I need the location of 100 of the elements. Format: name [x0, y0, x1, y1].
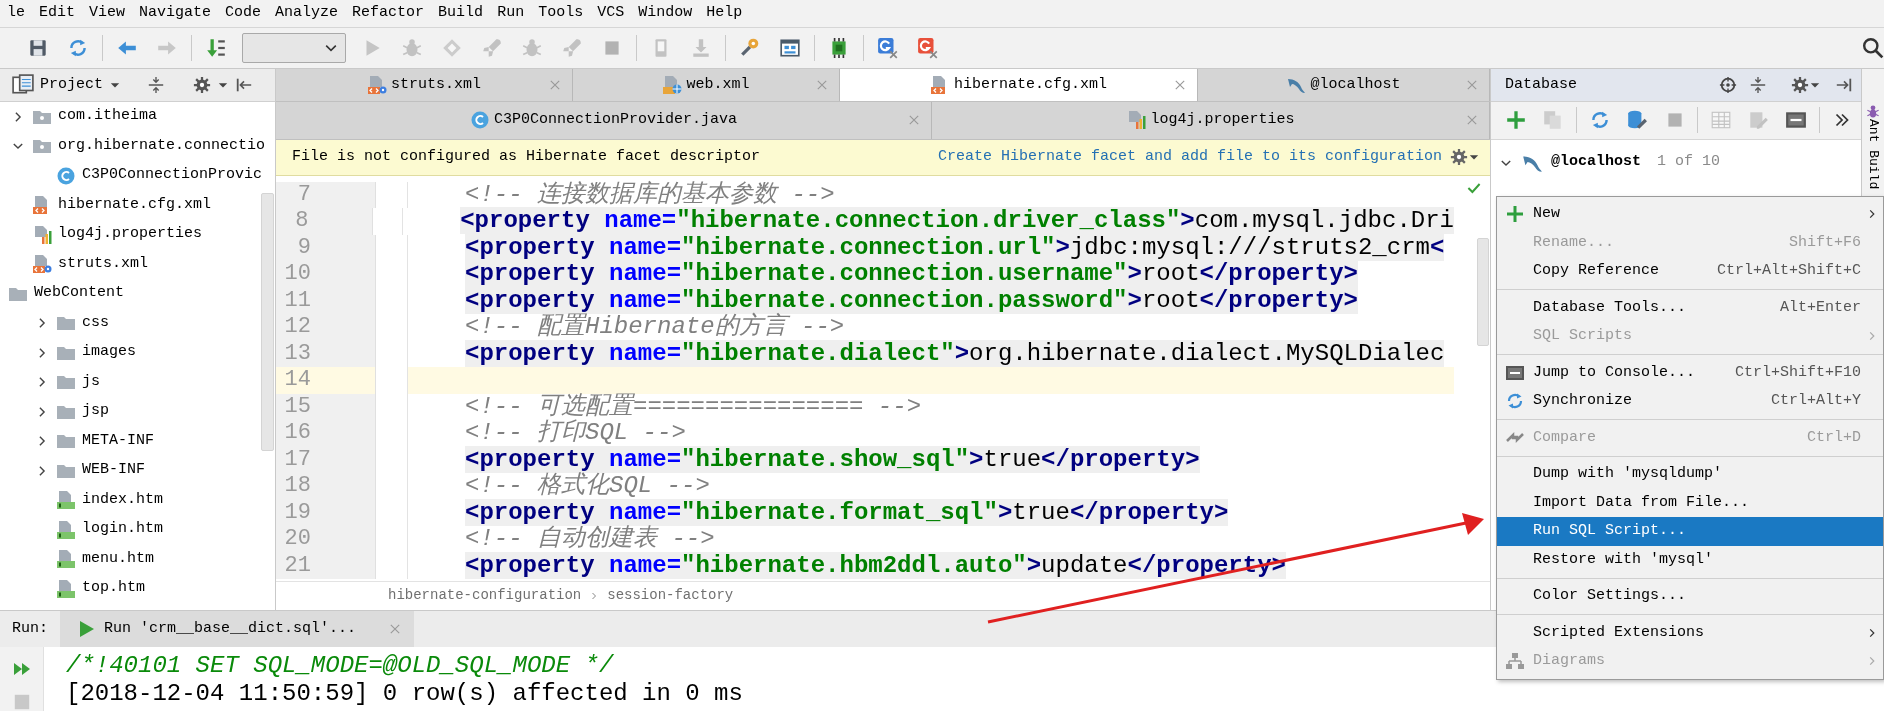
xml-globe-file-icon	[662, 74, 683, 95]
menu-item[interactable]: Run	[490, 1, 532, 26]
tree-item[interactable]: C3P0ConnectionProvic	[82, 164, 263, 187]
tree-item[interactable]: index.htm	[82, 488, 163, 512]
project-icon	[12, 73, 34, 96]
gear-icon[interactable]	[193, 75, 211, 94]
collapse-icon[interactable]	[1749, 75, 1767, 94]
window-grid-icon[interactable]	[779, 36, 801, 59]
tree-item[interactable]: WebContent	[34, 282, 124, 305]
code-line: <property name="hibernate.format_sql">true</property>	[464, 499, 1230, 526]
tree-item[interactable]: META-INF	[82, 429, 154, 453]
menu-item[interactable]: Build	[431, 1, 491, 26]
translate-icon[interactable]	[877, 36, 899, 59]
line-number: 7	[276, 181, 376, 209]
menu-item[interactable]: Dump with 'mysqldump'	[1497, 460, 1883, 489]
tree-item[interactable]: top.htm	[82, 577, 145, 600]
code-line: <property name="hibernate.connection.password">root</property>	[464, 287, 1359, 314]
hierarchy-icon	[1505, 651, 1525, 672]
breadcrumb[interactable]: session-factory	[607, 585, 734, 607]
scrollbar-thumb[interactable]	[1477, 237, 1489, 346]
tree-item[interactable]: menu.htm	[82, 547, 154, 571]
menu-item[interactable]: Jump to Console... Ctrl+Shift+F10	[1497, 358, 1883, 387]
code-line: <!-- 打印SQL -->	[464, 420, 687, 447]
line-number: 10	[276, 261, 376, 288]
line-number: 9	[276, 234, 376, 262]
html-file-icon	[54, 549, 78, 570]
menu-item[interactable]: Window	[631, 1, 700, 26]
line-number: 15	[276, 393, 376, 421]
panel-title[interactable]: Database	[1505, 73, 1577, 97]
menu-item[interactable]: Refactor	[345, 1, 432, 26]
code-line: <property name="hibernate.connection.username">root</property>	[464, 261, 1359, 288]
menu-item[interactable]: View	[82, 1, 133, 26]
shortcut-label: Alt+Enter	[1780, 297, 1861, 318]
translate-icon[interactable]	[917, 36, 939, 59]
menu-item[interactable]: Code	[218, 1, 269, 26]
code-line: <property name="hibernate.connection.url">jdbc:mysql:///struts2_crm<	[464, 234, 1446, 262]
tree-item[interactable]: org.hibernate.connectio	[58, 134, 266, 158]
shortcut-label: Ctrl+Shift+F10	[1734, 362, 1861, 383]
tree-item[interactable]: images	[82, 341, 136, 364]
tree-item[interactable]: struts.xml	[58, 252, 148, 276]
line-number: 20	[276, 526, 376, 553]
code-line: <!-- 可选配置================ -->	[464, 393, 923, 420]
collapse-icon[interactable]	[147, 75, 165, 94]
menu-item[interactable]: Restore with 'mysql'	[1497, 545, 1883, 574]
tree-item[interactable]: WEB-INF	[82, 459, 145, 482]
menu-item[interactable]: Synchronize Ctrl+Alt+Y	[1497, 387, 1883, 416]
shortcut-label: Ctrl+Alt+Shift+C	[1716, 261, 1861, 281]
line-number: 16	[276, 420, 376, 447]
tree-item[interactable]: jsp	[82, 400, 109, 423]
tree-item[interactable]: css	[82, 311, 109, 335]
menu-item[interactable]: Navigate	[132, 1, 219, 26]
wrench-icon[interactable]	[739, 36, 761, 59]
code-line: <!-- 格式化SQL -->	[464, 473, 711, 500]
editor-tab[interactable]: hibernate.cfg.xml	[840, 68, 1198, 101]
side-tab[interactable]: Ant Build	[1866, 118, 1880, 190]
plus-icon[interactable]	[1504, 109, 1527, 132]
console-line: /*!40101 SET SQL_MODE=@OLD_SQL_MODE */	[66, 652, 615, 680]
html-file-icon	[54, 519, 78, 540]
tree-item[interactable]: com.itheima	[58, 105, 158, 128]
run-tab[interactable]: Run 'crm__base__dict.sql'...	[60, 610, 415, 648]
menu-item[interactable]: Database Tools... Alt+Enter	[1497, 293, 1883, 322]
tree-item[interactable]: @localhost	[1551, 151, 1641, 174]
code-line: <!-- 自动创建表 -->	[464, 526, 716, 553]
code-line: <!-- 配置Hibernate的方言 -->	[464, 314, 846, 341]
configure-link[interactable]: Create Hibernate facet and add file to its configuration	[937, 146, 1442, 169]
tree-item[interactable]: log4j.properties	[58, 223, 203, 246]
menu-item[interactable]: Run SQL Script...	[1497, 517, 1883, 546]
line-number: 11	[276, 287, 376, 315]
menu-item[interactable]: Edit	[32, 1, 83, 26]
count-label: 1 of 10	[1657, 152, 1721, 173]
tree-item[interactable]: js	[82, 370, 100, 394]
shortcut-label: Ctrl+Alt+Y	[1771, 391, 1861, 411]
menu-item[interactable]: le	[0, 1, 32, 26]
database-wrench-icon[interactable]	[1626, 109, 1649, 132]
line-number: 18	[276, 473, 376, 500]
menu-item[interactable]: VCS	[590, 1, 632, 26]
line-number: 19	[276, 499, 376, 527]
search-icon[interactable]	[1862, 36, 1884, 59]
gear-icon[interactable]	[1791, 75, 1809, 94]
scrollbar-thumb[interactable]	[261, 192, 274, 451]
tree-item[interactable]: login.htm	[82, 518, 163, 541]
tree-item[interactable]: hibernate.cfg.xml	[58, 193, 212, 217]
line-number: 13	[276, 340, 376, 368]
menu-item[interactable]: Analyze	[268, 1, 346, 26]
menu-item[interactable]: Tools	[531, 1, 591, 26]
line-number: 17	[276, 446, 376, 474]
code-line: <!-- 连接数据库的基本参数 -->	[464, 181, 836, 209]
menu-item[interactable]: Copy Reference Ctrl+Alt+Shift+C	[1497, 257, 1883, 286]
gear-icon[interactable]	[1450, 148, 1468, 167]
menu-item[interactable]: Import Data from File...	[1497, 488, 1883, 517]
down-arrow-icon[interactable]	[205, 36, 227, 59]
line-number: 21	[276, 552, 376, 580]
menu-item[interactable]: New	[1497, 200, 1883, 229]
menu-item[interactable]: Color Settings...	[1497, 582, 1883, 611]
breadcrumb[interactable]: hibernate-configuration	[388, 585, 582, 607]
class-icon	[469, 110, 490, 131]
panel-title[interactable]: Project	[40, 73, 103, 97]
menu-item[interactable]: Help	[699, 1, 750, 26]
menu-item[interactable]: Scripted Extensions	[1497, 618, 1883, 647]
target-icon[interactable]	[1719, 75, 1737, 94]
